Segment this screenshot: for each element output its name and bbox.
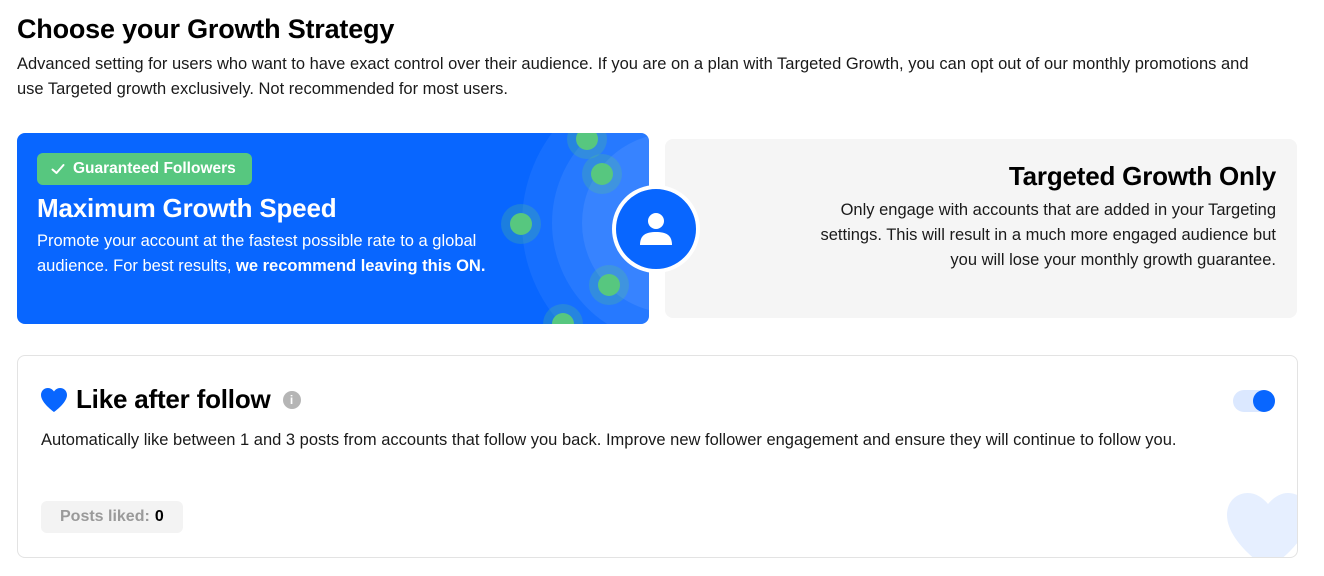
toggle-knob (1253, 390, 1275, 412)
badge-label: Guaranteed Followers (73, 160, 236, 177)
strategy-switch-button[interactable] (612, 185, 700, 273)
like-after-follow-toggle[interactable] (1233, 390, 1275, 412)
posts-liked-label: Posts liked: (60, 508, 150, 525)
maximum-growth-title: Maximum Growth Speed (37, 193, 337, 223)
posts-liked-count: 0 (154, 508, 164, 525)
guaranteed-followers-badge: Guaranteed Followers (37, 153, 252, 185)
recommendation-text: we recommend leaving this ON. (236, 257, 486, 275)
targeted-growth-card[interactable]: Targeted Growth Only Only engage with ac… (665, 139, 1297, 318)
posts-liked-counter: Posts liked: 0 (41, 501, 183, 533)
maximum-growth-description: Promote your account at the fastest poss… (37, 232, 486, 275)
like-after-follow-header: Like after follow i (40, 384, 301, 415)
targeted-growth-title: Targeted Growth Only (1008, 161, 1276, 191)
check-icon (51, 164, 65, 174)
page-title: Choose your Growth Strategy (17, 14, 395, 44)
info-icon[interactable]: i (282, 390, 301, 409)
like-after-follow-card: Like after follow i Automatically like b… (17, 355, 1298, 558)
like-after-follow-description: Automatically like between 1 and 3 posts… (41, 431, 1177, 449)
like-after-follow-title: Like after follow (76, 384, 271, 414)
maximum-growth-card[interactable]: Guaranteed Followers Maximum Growth Spee… (17, 133, 649, 324)
targeted-growth-description: Only engage with accounts that are added… (820, 201, 1276, 269)
decorative-heart-icon (1227, 493, 1297, 557)
user-icon (640, 213, 672, 245)
heart-icon (40, 387, 68, 413)
page-description: Advanced setting for users who want to h… (17, 55, 1249, 98)
